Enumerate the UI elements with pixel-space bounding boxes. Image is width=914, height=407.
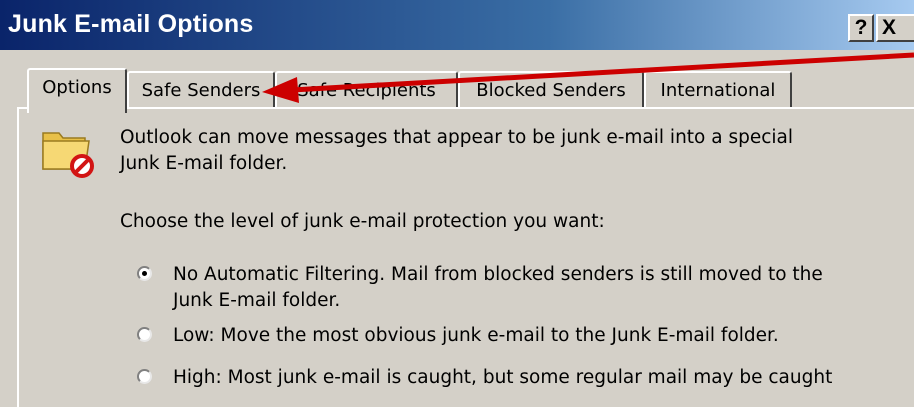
tab-international[interactable]: International [644, 71, 792, 108]
intro-text-line1: Outlook can move messages that appear to… [120, 127, 794, 148]
help-button[interactable]: ? [848, 14, 874, 42]
protection-prompt: Choose the level of junk e-mail protecti… [120, 211, 605, 232]
tab-options[interactable]: Options [27, 68, 127, 113]
high-label: High: Most junk e-mail is caught, but so… [173, 367, 833, 388]
close-button[interactable]: X [876, 14, 914, 42]
radio-low[interactable] [137, 327, 152, 342]
radio-no-filtering[interactable] [137, 266, 152, 281]
radio-high[interactable] [137, 369, 152, 384]
tab-bar: Options Safe Senders Safe Recipients Blo… [0, 50, 914, 113]
tab-safe-senders[interactable]: Safe Senders [127, 71, 275, 108]
window-title: Junk E-mail Options [8, 10, 254, 38]
junk-folder-icon [42, 132, 94, 178]
intro-text-line2: Junk E-mail folder. [120, 153, 288, 174]
no-filtering-label: No Automatic Filtering. Mail from blocke… [173, 264, 823, 285]
options-panel: Outlook can move messages that appear to… [17, 107, 914, 407]
title-bar: Junk E-mail Options ? X [0, 0, 914, 50]
no-filtering-label-line2: Junk E-mail folder. [173, 290, 341, 311]
tab-safe-recipients[interactable]: Safe Recipients [275, 71, 458, 108]
tab-blocked-senders[interactable]: Blocked Senders [458, 71, 644, 108]
low-label: Low: Move the most obvious junk e-mail t… [173, 325, 779, 346]
